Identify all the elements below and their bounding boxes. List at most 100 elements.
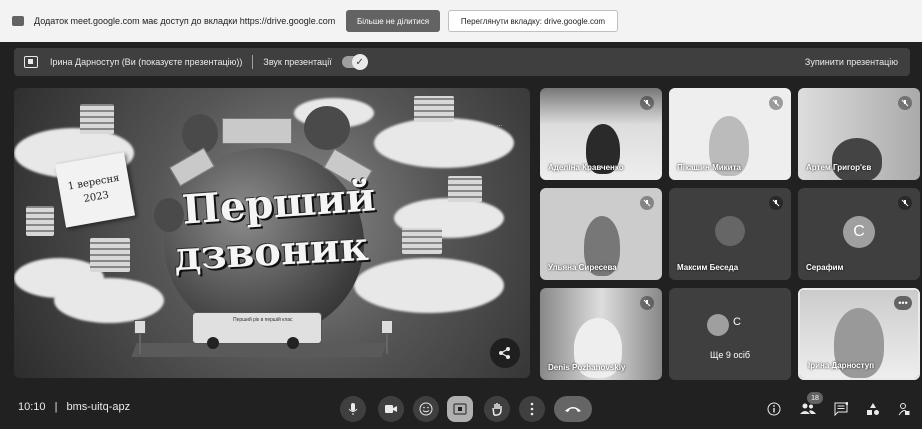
people-icon: [800, 403, 816, 414]
participant-tile[interactable]: Ульяна Сиресева: [540, 188, 662, 280]
lock-person-icon: [898, 403, 910, 416]
wheel: [207, 337, 219, 349]
raise-hand-button[interactable]: [484, 396, 510, 422]
others-initial: С: [733, 316, 741, 328]
people-button[interactable]: 18: [799, 392, 823, 418]
book-stack: [414, 96, 454, 122]
present-screen-icon: [24, 56, 38, 68]
participant-name: Серафим: [806, 263, 844, 272]
info-icon: [767, 402, 781, 416]
sharing-banner: Додаток meet.google.com має доступ до вк…: [0, 0, 922, 42]
mic-off-icon: [898, 196, 912, 210]
participant-tile[interactable]: Пікашин Микита: [669, 88, 791, 180]
meeting-code: bms-uitq-apz: [66, 401, 131, 413]
cloud: [374, 118, 514, 168]
mic-off-icon: [769, 196, 783, 210]
participant-name: Максим Беседа: [677, 263, 739, 272]
more-vert-icon: [530, 402, 534, 416]
chat-icon: [834, 402, 848, 416]
tab-share-icon: [12, 16, 24, 26]
stop-sharing-button[interactable]: Більше не ділитися: [346, 10, 440, 32]
mic-off-icon: [898, 96, 912, 110]
mic-icon: [348, 403, 358, 415]
check-icon: ✓: [351, 54, 368, 70]
participant-avatar: [715, 216, 745, 246]
shapes-icon: [867, 403, 879, 415]
present-icon: [453, 403, 467, 415]
meeting-info: 10:10 | bms-uitq-apz: [18, 401, 130, 413]
cloud: [54, 278, 164, 323]
mic-off-icon: [769, 96, 783, 110]
date-note: 1 вересня 2023: [54, 152, 136, 228]
presentation-slide[interactable]: 1 вересня 2023 Перший дзвоник Перший рік…: [14, 88, 530, 378]
tree: [182, 114, 218, 154]
present-button[interactable]: [447, 396, 473, 422]
view-tab-button[interactable]: Переглянути вкладку: drive.google.com: [448, 10, 618, 32]
book-stack: [26, 206, 54, 236]
sharing-message: Додаток meet.google.com має доступ до вк…: [34, 16, 336, 26]
tree: [304, 106, 350, 150]
leave-call-button[interactable]: [554, 396, 592, 422]
share-button[interactable]: [490, 338, 520, 368]
participant-avatar: С: [843, 216, 875, 248]
participant-name: Ульяна Сиресева: [548, 263, 617, 272]
slide-watermark: ...: [496, 122, 502, 128]
book-stack: [80, 104, 114, 134]
presentation-sound-toggle[interactable]: ✓: [341, 54, 368, 70]
hang-up-icon: [565, 407, 581, 412]
sign-pole: [139, 332, 141, 354]
book-stack: [448, 176, 482, 202]
activities-button[interactable]: [864, 400, 882, 418]
participant-name: Denis Pozhanovskiy: [548, 363, 626, 372]
participant-tile[interactable]: Denis Pozhanovskiy: [540, 288, 662, 380]
clock-time: 10:10: [18, 401, 46, 413]
sign-pole: [386, 332, 388, 354]
date-note-year: 2023: [82, 189, 110, 206]
participant-name: Аделіна Кравченко: [548, 163, 624, 172]
participant-tile[interactable]: Максим Беседа: [669, 188, 791, 280]
school-bus: Перший рік в першій клас: [192, 312, 322, 349]
school-sign-icon: [381, 320, 393, 334]
participant-name: Пікашин Микита: [677, 163, 741, 172]
participant-name: Артем Григор'єв: [806, 163, 872, 172]
self-view-tile[interactable]: ••• Ірина Дарноступ: [798, 288, 920, 380]
divider: [252, 55, 254, 69]
camera-icon: [385, 405, 397, 413]
chat-button[interactable]: [832, 400, 850, 418]
wheel: [287, 337, 299, 349]
mic-off-icon: [640, 96, 654, 110]
cloud: [354, 258, 504, 313]
hand-icon: [492, 403, 502, 416]
others-tile[interactable]: С Ще 9 осіб: [669, 288, 791, 380]
participant-tile[interactable]: Артем Григор'єв: [798, 88, 920, 180]
host-controls-button[interactable]: [895, 400, 913, 418]
emoji-icon: [419, 402, 433, 416]
bus-text: Перший рік в першій клас: [233, 317, 293, 323]
microphone-button[interactable]: [340, 396, 366, 422]
presentation-sound-label: Звук презентації: [263, 57, 332, 67]
participant-tile[interactable]: Аделіна Кравченко: [540, 88, 662, 180]
school-building: [222, 118, 292, 144]
book-stack: [90, 238, 130, 272]
more-options-button[interactable]: [519, 396, 545, 422]
people-count-badge: 18: [807, 392, 823, 404]
meeting-details-button[interactable]: [765, 400, 783, 418]
stop-presenting-button[interactable]: Зупинити презентацію: [805, 57, 898, 67]
tree: [154, 198, 184, 232]
book-stack: [402, 228, 442, 254]
mic-off-icon: [640, 296, 654, 310]
bottom-bar: 10:10 | bms-uitq-apz 18: [0, 388, 922, 429]
presenter-label: Ірина Дарноступ (Ви (показуєте презентац…: [50, 57, 243, 67]
mic-off-icon: [640, 196, 654, 210]
road: [131, 343, 387, 357]
school-sign-icon: [134, 320, 146, 334]
participant-figure: [832, 138, 882, 180]
presenting-bar: Ірина Дарноступ (Ви (показуєте презентац…: [14, 48, 910, 76]
others-avatar: [707, 314, 729, 336]
share-icon: [499, 347, 510, 359]
separator: |: [54, 401, 58, 413]
emoji-button[interactable]: [413, 396, 439, 422]
camera-button[interactable]: [378, 396, 404, 422]
more-options-icon[interactable]: •••: [894, 296, 912, 310]
participant-tile[interactable]: С Серафим: [798, 188, 920, 280]
